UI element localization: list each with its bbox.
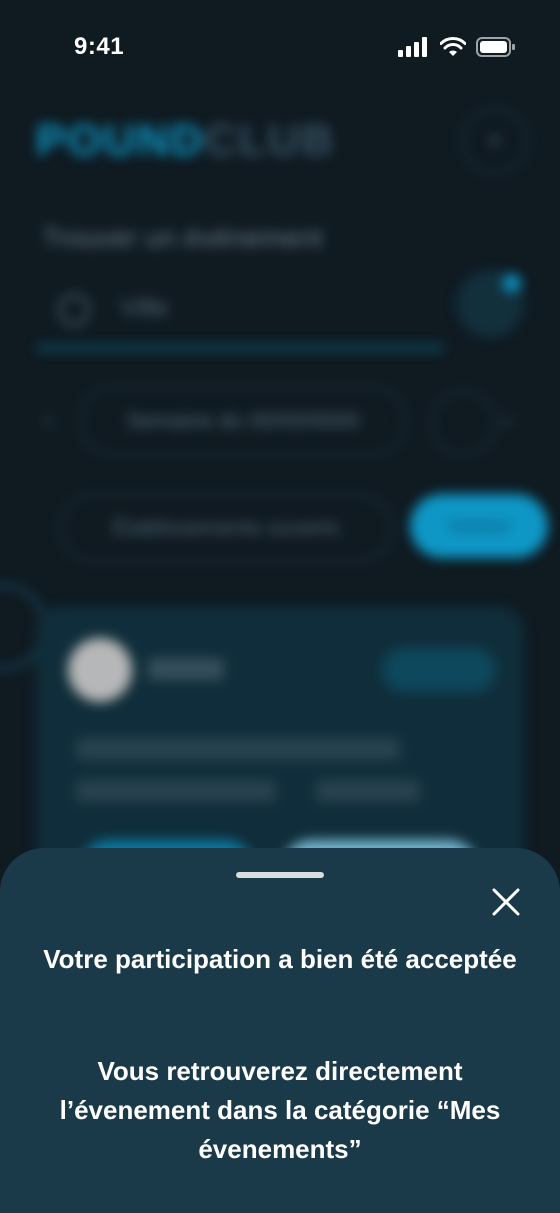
status-icons [398, 37, 516, 57]
sheet-drag-handle[interactable] [236, 872, 324, 878]
card-tag [382, 648, 496, 692]
filter-row: Établissements ouverts Valider [60, 494, 548, 562]
close-button[interactable] [488, 884, 524, 920]
calendar-icon [430, 390, 496, 456]
chevron-right-icon: › [502, 404, 512, 435]
status-bar: 9:41 [0, 0, 560, 94]
battery-icon [476, 37, 515, 57]
status-time: 9:41 [74, 33, 125, 60]
sheet-message: Vous retrouverez directement l’évenement… [59, 1056, 501, 1164]
sheet-title: Votre participation a bien été acceptée [43, 944, 517, 974]
wifi-icon [440, 37, 466, 56]
search-icon [58, 294, 90, 326]
search-placeholder: Ville [120, 292, 169, 322]
signal-icon [398, 37, 427, 57]
filter-pill: Établissements ouverts [60, 494, 392, 562]
app-logo: POUNDCLUB [36, 116, 336, 165]
card-title-placeholder [148, 658, 224, 680]
card-address-placeholder [76, 738, 400, 760]
confirmation-sheet: Votre participation a bien été acceptée … [0, 848, 560, 1213]
card-date-placeholder [76, 780, 276, 802]
card-time-placeholder [316, 780, 420, 802]
chevron-left-icon: ‹ [44, 404, 54, 435]
section-heading-placeholder: Trouver un événement [42, 222, 323, 253]
filter-action-button: Valider [410, 494, 548, 558]
add-icon: + [462, 108, 528, 174]
avatar [68, 638, 132, 702]
date-selector: ‹ Semaine du 00/00/0000 › [36, 386, 526, 460]
screen: 9:41 POUNDCLUB + Trouver un événement Vi… [0, 0, 560, 1213]
date-pill: Semaine du 00/00/0000 [80, 386, 406, 456]
search-field: Ville [36, 274, 444, 350]
filter-badge [503, 274, 521, 292]
close-icon [492, 888, 520, 916]
